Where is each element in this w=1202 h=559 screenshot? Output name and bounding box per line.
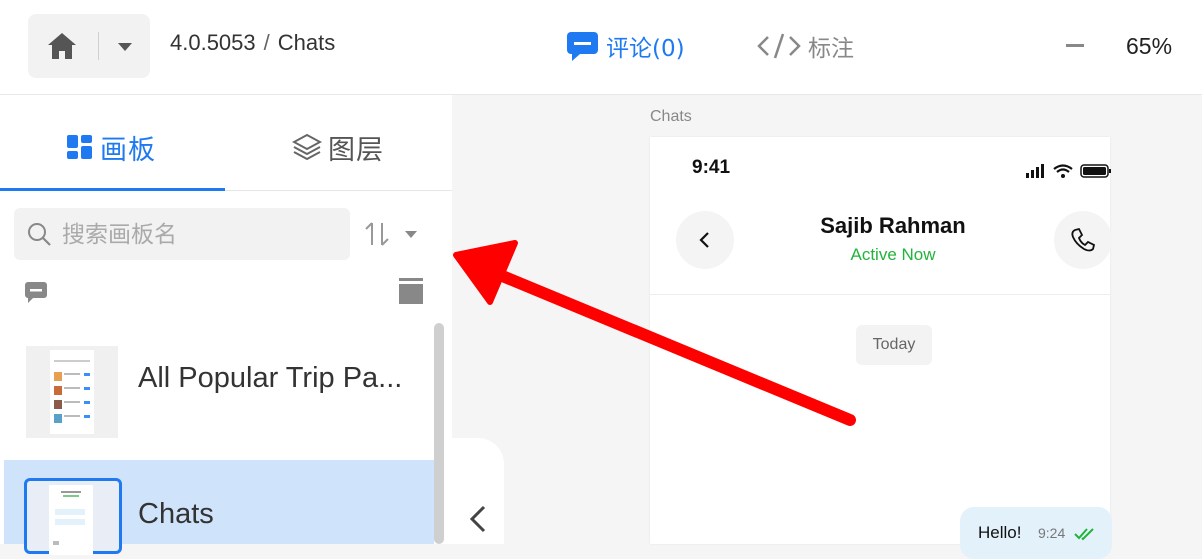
active-tab-indicator — [0, 188, 225, 191]
comment-icon — [567, 32, 598, 61]
comment-filter-icon[interactable] — [24, 281, 48, 303]
tab-comments[interactable]: 评论(0) — [566, 28, 685, 64]
board-name: Chats — [138, 498, 214, 530]
sort-icon[interactable] — [362, 219, 392, 249]
tab-layers[interactable]: 图层 — [292, 119, 384, 175]
tab-annotations[interactable]: 标注 — [756, 28, 854, 64]
frame-label: Chats — [650, 108, 692, 125]
divider — [98, 32, 99, 60]
double-check-icon — [1074, 528, 1094, 541]
date-divider: Today — [856, 325, 932, 365]
divider — [650, 294, 1110, 295]
message-text: Hello! — [978, 523, 1022, 542]
caret-down-icon — [118, 43, 132, 51]
page-title: Chats — [277, 30, 336, 55]
home-dropdown-button[interactable] — [110, 32, 140, 60]
board-thumbnail — [26, 346, 118, 438]
grid-icon — [67, 135, 92, 159]
search-input[interactable] — [60, 218, 344, 252]
left-panel: 画板 图层 搜索画板名 All Popular Trip Pa... Chats — [0, 95, 452, 555]
zoom-level[interactable]: 65% — [1126, 33, 1172, 60]
breadcrumb: 4.0.5053 / Chats — [170, 30, 335, 56]
status-time: 9:41 — [692, 157, 731, 178]
call-button[interactable] — [1054, 211, 1112, 269]
tab-layers-label: 图层 — [328, 134, 384, 166]
board-list-item[interactable]: All Popular Trip Pa... — [4, 328, 434, 448]
home-button[interactable] — [42, 30, 82, 62]
message-bubble[interactable]: Hello! 9:24 — [960, 507, 1112, 559]
thumbnail-preview — [53, 491, 85, 545]
layers-icon — [292, 133, 322, 161]
phone-icon — [1071, 227, 1096, 252]
tab-annotations-label: 标注 — [808, 36, 854, 62]
home-icon — [48, 33, 76, 59]
chevron-left-icon — [469, 505, 486, 533]
tab-boards[interactable]: 画板 — [66, 119, 156, 175]
board-name: All Popular Trip Pa... — [138, 362, 403, 394]
chevron-down-icon[interactable] — [402, 225, 420, 243]
status-bar-icons — [1026, 164, 1111, 178]
top-bar: 4.0.5053 / Chats 评论(0) 标注 65% — [0, 0, 1202, 95]
tab-comments-label: 评论(0) — [606, 36, 685, 62]
version-label[interactable]: 4.0.5053 — [170, 30, 256, 55]
board-list-item-selected[interactable]: Chats — [4, 460, 434, 555]
collapse-panel-button[interactable] — [452, 438, 504, 544]
message-time: 9:24 — [1038, 525, 1066, 541]
scrollbar[interactable] — [434, 323, 444, 544]
breadcrumb-separator: / — [263, 30, 270, 55]
artboard-chats[interactable]: 9:41 Sajib Rahman Active Now Today Hello… — [650, 137, 1112, 559]
zoom-out-button[interactable] — [1066, 44, 1084, 47]
home-button-group — [28, 14, 150, 78]
thumbnail-preview — [54, 360, 90, 423]
code-icon — [757, 33, 801, 59]
tab-boards-label: 画板 — [100, 134, 156, 166]
search-icon — [28, 223, 51, 246]
board-search — [14, 208, 350, 260]
board-thumbnail — [24, 478, 122, 555]
archive-icon[interactable] — [398, 277, 424, 305]
